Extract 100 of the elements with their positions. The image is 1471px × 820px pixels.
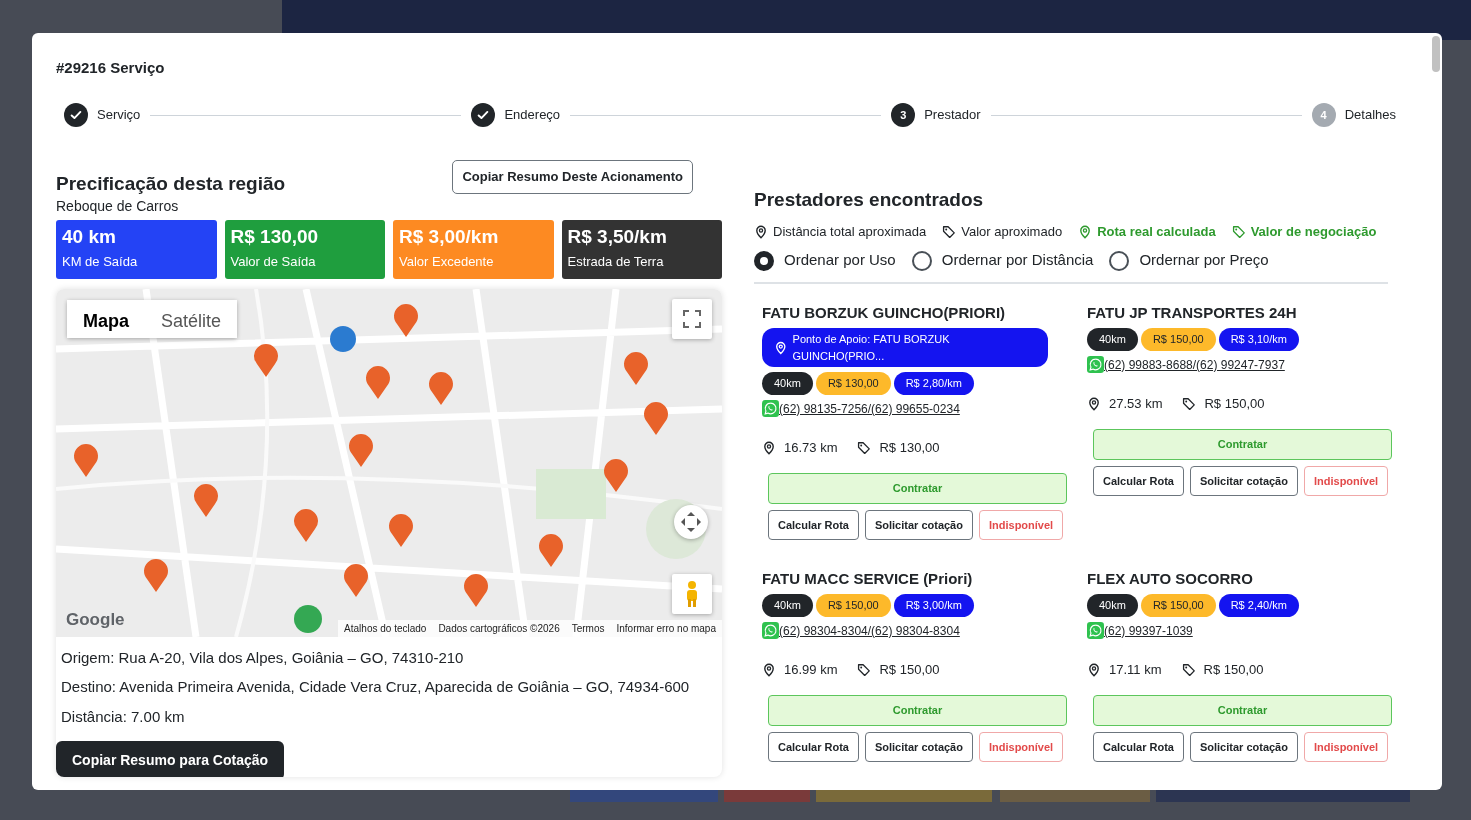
action-button[interactable]: Solicitar cotação [1189, 731, 1298, 763]
action-button[interactable]: Calcular Rota [768, 509, 859, 541]
action-button[interactable]: Solicitar cotação [864, 509, 973, 541]
pin-icon [774, 340, 788, 355]
section-title: Prestadores encontrados [754, 189, 985, 212]
step-label: Prestador [924, 106, 981, 125]
price-badge: R$ 150,00 [1140, 328, 1216, 351]
price-badge: 40km [1087, 328, 1138, 351]
tile-value: 40 km [62, 226, 117, 248]
unavailable-button[interactable]: Indisponível [978, 509, 1064, 541]
section-title: Precificação desta região [56, 173, 286, 196]
distance-text: 27.53 km [1109, 394, 1163, 413]
provider-name: FATU JP TRANSPORTES 24H [1087, 302, 1298, 323]
tag-icon [857, 440, 872, 455]
map-type-tab[interactable]: Mapa [67, 299, 145, 338]
phone-link[interactable]: (62) 99397-1039 [1104, 621, 1193, 640]
phone-link[interactable]: (62) 98304-8304/(62) 98304-8304 [779, 621, 960, 640]
map-type-tab[interactable]: Satélite [145, 299, 238, 338]
route-info: Distância: 7.00 km [61, 706, 186, 727]
sort-radio[interactable] [754, 250, 774, 271]
tag-icon [857, 662, 872, 677]
action-button[interactable]: Solicitar cotação [864, 731, 973, 763]
unavailable-button[interactable]: Indisponível [978, 731, 1064, 763]
tag-icon [1231, 224, 1246, 239]
copy-button[interactable]: Copiar Resumo Deste Acionamento [452, 160, 693, 194]
whatsapp-icon [1087, 356, 1104, 374]
attribution-text: Dados cartográficos ©2026 [438, 621, 560, 636]
legend-label: Distância total aproximada [773, 222, 927, 241]
sort-label: Ordernar por Preço [1139, 250, 1269, 271]
move-icon [680, 510, 702, 533]
check-icon [64, 103, 88, 127]
price-text: R$ 150,00 [1204, 394, 1265, 413]
tile-label: KM de Saída [62, 252, 139, 271]
distance-text: 16.99 km [784, 660, 838, 679]
provider-name: FATU MACC SERVICE (Priori) [762, 568, 974, 589]
step-indicator: 4 [1311, 103, 1336, 127]
map-logo: Google [66, 609, 125, 632]
fullscreen-icon [683, 309, 701, 328]
step-label: Serviço [97, 106, 141, 125]
route-info: Destino: Avenida Primeira Avenida, Cidade Vera Cruz, Aparecida de Goiânia – GO, 74934-600 [61, 677, 691, 698]
modal-title: #29216 Serviço [56, 59, 166, 77]
sort-radio[interactable] [1109, 250, 1130, 271]
sort-radio[interactable] [911, 250, 932, 271]
section-subtitle: Reboque de Carros [56, 196, 180, 216]
fullscreen-button[interactable] [672, 298, 712, 339]
price-badge: R$ 130,00 [815, 372, 891, 395]
price-badge: R$ 3,10/km [1218, 328, 1299, 351]
price-badge: R$ 2,80/km [893, 372, 974, 395]
legend-label: Valor aproximado [961, 222, 1063, 241]
pin-icon [1087, 396, 1101, 411]
step-indicator: 3 [891, 103, 916, 127]
price-badge: 40km [1087, 594, 1138, 617]
phone-link[interactable]: (62) 99883-8688/(62) 99247-7937 [1104, 355, 1285, 374]
map-link[interactable]: Atalhos do teclado [344, 620, 427, 636]
unavailable-button[interactable]: Indisponível [1303, 731, 1389, 763]
sort-label: Ordernar por Distância [941, 250, 1094, 271]
action-button[interactable]: Calcular Rota [768, 731, 859, 763]
tile-value: R$ 3,50/km [567, 226, 668, 248]
phone-link[interactable]: (62) 98135-7256/(62) 99655-0234 [779, 399, 960, 418]
whatsapp-icon [762, 622, 779, 640]
whatsapp-icon [1087, 622, 1104, 640]
price-text: R$ 150,00 [1203, 660, 1264, 679]
price-text: R$ 130,00 [879, 438, 940, 457]
tile-value: R$ 130,00 [230, 226, 320, 248]
price-text: R$ 150,00 [879, 660, 940, 679]
tile-label: Valor Excedente [399, 252, 495, 271]
action-button[interactable]: Calcular Rota [1093, 465, 1184, 497]
copy-button[interactable]: Copiar Resumo para Cotação [56, 741, 285, 777]
unavailable-button[interactable]: Indisponível [1303, 465, 1389, 497]
legend-label: Rota real calculada [1097, 222, 1216, 241]
action-button[interactable]: Solicitar cotação [1189, 465, 1298, 497]
tag-icon [942, 224, 957, 239]
route-info: Origem: Rua A-20, Vila dos Alpes, Goiânia – GO, 74310-210 [61, 647, 465, 668]
sort-label: Ordenar por Uso [784, 250, 896, 271]
step-label: Detalhes [1344, 106, 1396, 125]
step-label: Endereço [504, 106, 561, 125]
action-button[interactable]: Calcular Rota [1093, 731, 1184, 763]
pin-icon [1078, 224, 1093, 239]
tile-label: Valor de Saída [230, 252, 317, 271]
pin-icon [762, 662, 776, 677]
tile-label: Estrada de Terra [567, 252, 665, 271]
price-badge: R$ 150,00 [815, 594, 891, 617]
provider-name: FLEX AUTO SOCORRO [1087, 568, 1254, 589]
person-icon [684, 579, 700, 608]
distance-text: 16.73 km [784, 438, 838, 457]
map-link[interactable]: Informar erro no mapa [616, 620, 716, 636]
tag-icon [1181, 662, 1196, 677]
price-badge: R$ 3,00/km [893, 594, 974, 617]
tile-value: R$ 3,00/km [399, 226, 500, 248]
check-icon [471, 103, 496, 127]
price-badge: R$ 2,40/km [1218, 594, 1299, 617]
price-badge: 40km [762, 594, 813, 617]
price-badge: 40km [762, 372, 813, 395]
legend-label: Valor de negociação [1250, 222, 1377, 241]
map-link[interactable]: Termos [571, 620, 605, 636]
scrollbar-thumb[interactable] [1432, 36, 1440, 72]
pin-icon [1087, 662, 1101, 677]
support-point-text: Ponto de Apoio: FATU BORZUK GUINCHO(PRIO... [792, 332, 951, 364]
pin-icon [754, 224, 768, 239]
price-badge: R$ 150,00 [1140, 594, 1216, 617]
